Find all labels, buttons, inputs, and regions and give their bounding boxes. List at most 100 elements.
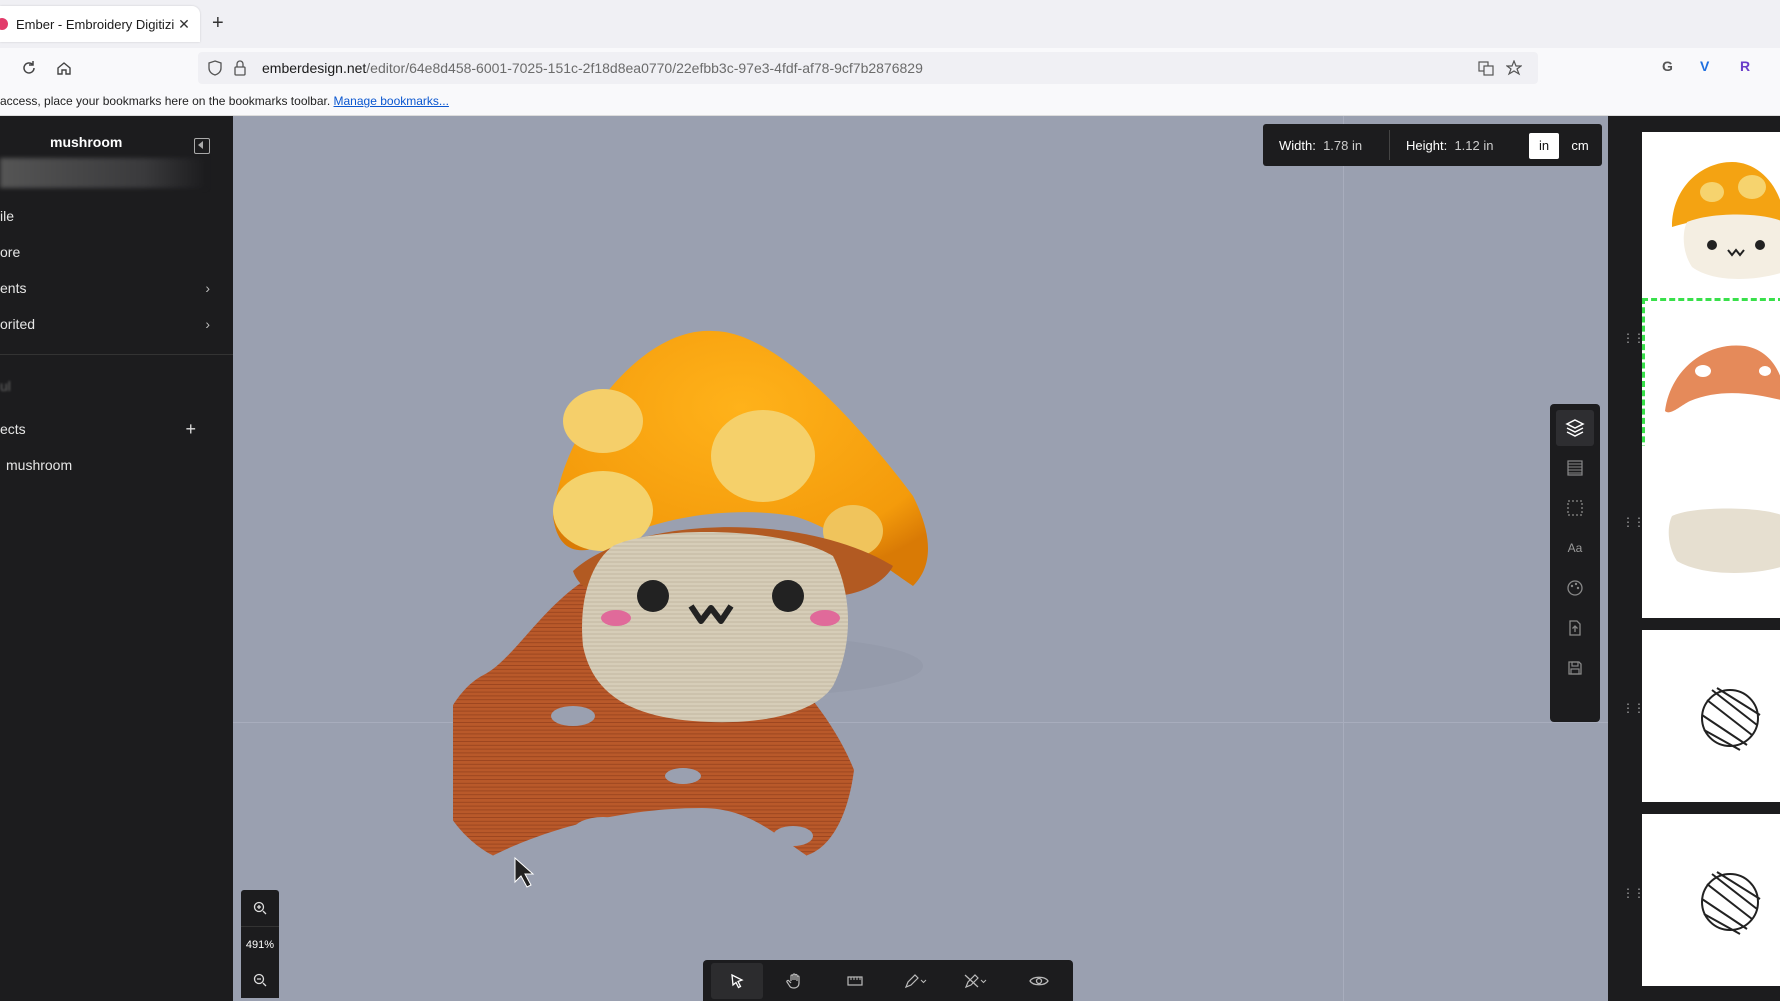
sidebar-item-label: ul bbox=[0, 378, 11, 394]
zoom-level: 491% bbox=[241, 926, 279, 964]
bookmarks-toolbar: access, place your bookmarks here on the… bbox=[0, 88, 1780, 116]
extension-r-icon[interactable]: R bbox=[1740, 58, 1750, 74]
stitch-list-icon bbox=[1567, 460, 1583, 476]
drag-handle-icon[interactable]: ⋮⋮ bbox=[1622, 887, 1645, 899]
select-tool-button[interactable] bbox=[711, 963, 763, 999]
extension-v-icon[interactable]: V bbox=[1700, 58, 1709, 74]
layer-thumbnail-full[interactable] bbox=[1642, 132, 1780, 304]
zoom-out-button[interactable] bbox=[241, 962, 279, 998]
browser-tab-bar: Ember - Embroidery Digitizing ✕ + bbox=[0, 0, 1780, 48]
pen-cross-dropdown-icon bbox=[964, 974, 987, 989]
bottom-tool-bar bbox=[703, 960, 1073, 1001]
vertical-tool-panel: Aa bbox=[1550, 404, 1600, 722]
chevron-right-icon: › bbox=[205, 316, 210, 332]
hand-icon bbox=[786, 973, 800, 989]
selection-box-icon bbox=[1567, 500, 1583, 516]
zoom-out-icon bbox=[253, 973, 267, 987]
blurred-user-banner bbox=[0, 158, 206, 188]
export-file-icon bbox=[1569, 620, 1581, 636]
save-icon bbox=[1568, 661, 1582, 675]
preview-button[interactable] bbox=[1013, 963, 1065, 999]
layer-thumbnail-eye-right[interactable] bbox=[1642, 814, 1780, 986]
sidebar-item-projects[interactable]: ects + bbox=[0, 419, 220, 441]
unit-centimeters-button[interactable]: cm bbox=[1565, 133, 1595, 159]
pan-tool-button[interactable] bbox=[769, 963, 821, 999]
layers-icon bbox=[1565, 419, 1585, 437]
tab-title: Ember - Embroidery Digitizing bbox=[16, 16, 174, 32]
unit-inches-button[interactable]: in bbox=[1529, 133, 1559, 159]
browser-tab[interactable]: Ember - Embroidery Digitizing ✕ bbox=[0, 6, 200, 42]
extension-g-icon[interactable]: G bbox=[1662, 58, 1673, 74]
sidebar-item-file[interactable]: ile bbox=[0, 208, 220, 228]
eye-icon bbox=[1029, 976, 1049, 986]
draw-tool-button[interactable] bbox=[889, 963, 941, 999]
bookmark-star-icon[interactable] bbox=[1505, 59, 1523, 79]
drag-handle-icon[interactable]: ⋮⋮ bbox=[1622, 332, 1645, 344]
edit-node-tool-button[interactable] bbox=[949, 963, 1001, 999]
pen-dropdown-icon bbox=[904, 974, 927, 989]
layer-thumbnail-eye-left[interactable] bbox=[1642, 630, 1780, 802]
color-palette-button[interactable] bbox=[1556, 570, 1594, 606]
save-button[interactable] bbox=[1556, 650, 1594, 686]
mushroom-embroidery-artwork[interactable] bbox=[453, 296, 1053, 916]
new-tab-icon[interactable]: + bbox=[212, 12, 224, 35]
ruler-icon bbox=[847, 976, 863, 986]
translate-icon[interactable] bbox=[1478, 60, 1494, 79]
layers-button[interactable] bbox=[1556, 410, 1594, 446]
dims-divider bbox=[1389, 130, 1390, 160]
height-value: 1.12 in bbox=[1454, 138, 1494, 153]
palette-icon bbox=[1567, 580, 1583, 596]
zoom-in-button[interactable] bbox=[241, 890, 279, 926]
home-icon[interactable] bbox=[53, 57, 75, 79]
left-sidebar: mushroom ile ore ents › orited › ul ects… bbox=[0, 116, 233, 1001]
sidebar-item-blurred[interactable]: ul bbox=[0, 378, 220, 398]
browser-nav-bar: emberdesign.net/editor/64e8d458-6001-702… bbox=[0, 48, 1780, 88]
guide-line-vertical bbox=[1343, 116, 1344, 1001]
lock-icon[interactable] bbox=[234, 60, 246, 79]
mouse-cursor-icon bbox=[514, 856, 535, 888]
sidebar-item-label: orited bbox=[0, 316, 36, 332]
shield-icon[interactable] bbox=[208, 60, 222, 79]
stitch-list-button[interactable] bbox=[1556, 450, 1594, 486]
layer-thumbnail-image bbox=[1672, 162, 1780, 279]
layer-thumbnail-face[interactable] bbox=[1642, 446, 1780, 618]
sidebar-item-mushroom[interactable]: mushroom bbox=[6, 457, 226, 477]
sidebar-item-recents[interactable]: ents › bbox=[0, 280, 220, 300]
width-value: 1.78 in bbox=[1323, 138, 1363, 153]
layer-thumbnail-brown-cap[interactable]: ⋮⋮ bbox=[1642, 298, 1780, 470]
url-bar[interactable]: emberdesign.net/editor/64e8d458-6001-702… bbox=[198, 52, 1538, 84]
text-tool-button[interactable]: Aa bbox=[1556, 530, 1594, 566]
text-icon: Aa bbox=[1567, 541, 1583, 555]
layer-thumbnail-image bbox=[1701, 687, 1761, 751]
sidebar-item-explore[interactable]: ore bbox=[0, 244, 220, 264]
bookmarks-hint: access, place your bookmarks here on the… bbox=[0, 94, 331, 108]
reload-icon[interactable] bbox=[18, 57, 40, 79]
sidebar-item-label: ile bbox=[0, 208, 15, 224]
layer-thumbnail-image bbox=[1668, 508, 1780, 573]
layer-thumbnail-image bbox=[1701, 871, 1761, 935]
ruler-tool-button[interactable] bbox=[829, 963, 881, 999]
design-canvas[interactable]: Width: 1.78 in Height: 1.12 in in cm 491… bbox=[233, 116, 1608, 1001]
sidebar-item-label: mushroom bbox=[6, 457, 73, 473]
url-text[interactable]: emberdesign.net/editor/64e8d458-6001-702… bbox=[262, 60, 923, 76]
manage-bookmarks-link[interactable]: Manage bookmarks... bbox=[334, 94, 449, 108]
drag-handle-icon[interactable]: ⋮⋮ bbox=[1622, 516, 1645, 528]
sidebar-divider bbox=[0, 354, 233, 355]
sidebar-item-label: ents bbox=[0, 280, 27, 296]
add-project-icon[interactable]: + bbox=[185, 419, 196, 440]
ember-favicon-icon bbox=[0, 18, 8, 30]
close-tab-icon[interactable]: ✕ bbox=[174, 16, 194, 33]
drag-handle-icon[interactable]: ⋮⋮ bbox=[1645, 367, 1646, 379]
collapse-sidebar-icon[interactable] bbox=[194, 138, 210, 154]
selection-box-button[interactable] bbox=[1556, 490, 1594, 526]
sidebar-item-label: ects bbox=[0, 421, 26, 437]
zoom-in-icon bbox=[253, 901, 267, 915]
cursor-icon bbox=[731, 973, 744, 989]
layers-panel: ⋮⋮ ⋮⋮ ⋮⋮ ⋮⋮ ⋮⋮ bbox=[1608, 116, 1780, 1001]
sidebar-item-favorited[interactable]: orited › bbox=[0, 316, 220, 336]
layer-thumbnail-image bbox=[1665, 345, 1780, 413]
sidebar-item-label: ore bbox=[0, 244, 21, 260]
export-button[interactable] bbox=[1556, 610, 1594, 646]
drag-handle-icon[interactable]: ⋮⋮ bbox=[1622, 702, 1645, 714]
dimensions-panel: Width: 1.78 in Height: 1.12 in in cm bbox=[1263, 124, 1602, 166]
